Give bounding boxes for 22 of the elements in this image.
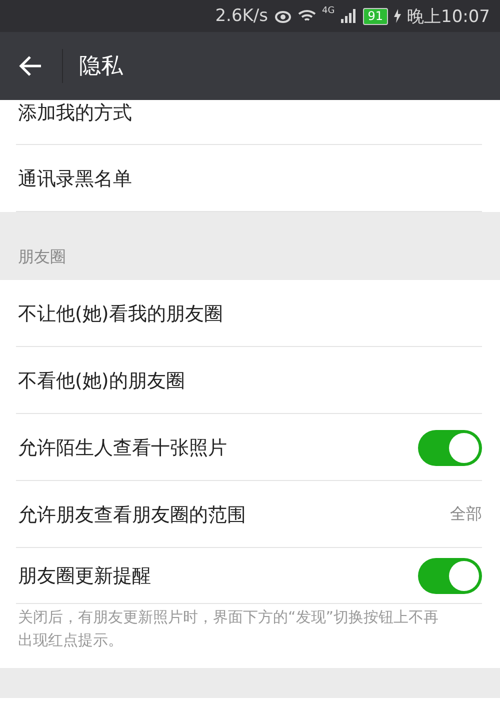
item-label: 允许朋友查看朋友圈的范围	[18, 502, 246, 528]
wifi-icon	[298, 9, 316, 23]
hint-text: 关闭后，有朋友更新照片时，界面下方的“发现”切换按钮上不再出现红点提示。	[18, 608, 439, 649]
network-speed: 2.6K/s	[215, 6, 268, 26]
toggle-switch[interactable]	[418, 430, 482, 466]
item-value: 全部	[450, 504, 482, 525]
network-type: 4G	[322, 6, 335, 16]
item-label: 不看他(她)的朋友圈	[18, 368, 185, 394]
toggle-switch[interactable]	[418, 558, 482, 594]
item-label: 朋友圈更新提醒	[18, 564, 151, 589]
item-label: 添加我的方式	[18, 101, 132, 126]
item-label: 不让他(她)看我的朋友圈	[18, 302, 223, 326]
back-arrow-icon	[19, 55, 43, 77]
eye-icon	[274, 9, 292, 23]
page-title: 隐私	[79, 53, 123, 81]
clock: 晚上10:07	[407, 6, 490, 28]
item-label: 通讯录黑名单	[18, 166, 132, 192]
item-label: 允许陌生人查看十张照片	[18, 436, 227, 460]
section-title: 朋友圈	[18, 247, 66, 268]
charging-icon	[394, 9, 401, 23]
battery-level: 91	[362, 8, 388, 24]
signal-icon	[340, 9, 357, 23]
